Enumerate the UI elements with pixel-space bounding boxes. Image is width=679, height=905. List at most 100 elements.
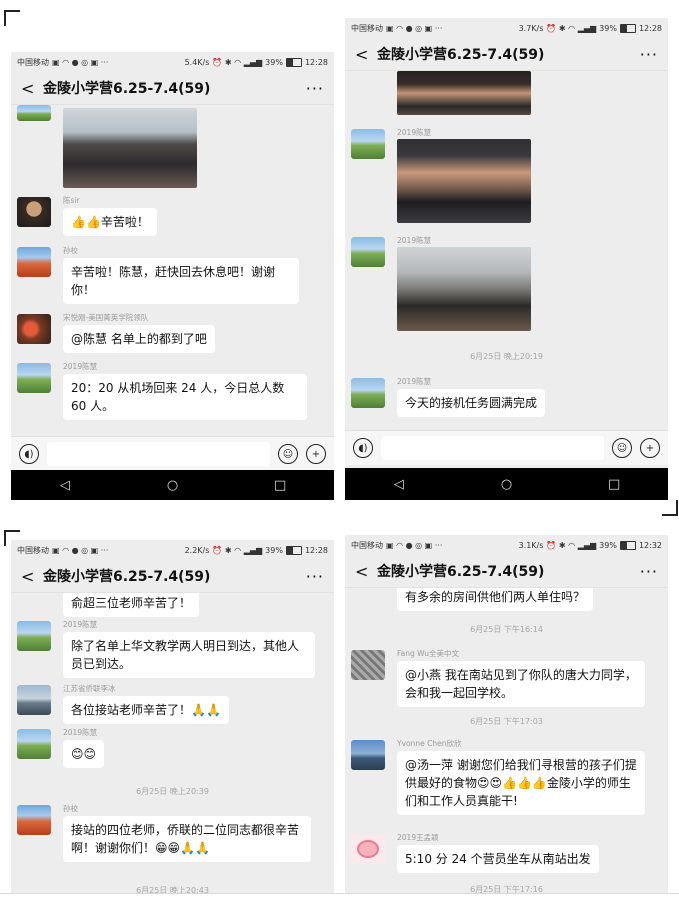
avatar[interactable] [351,237,385,267]
message-bubble[interactable]: 俞超三位老师辛苦了！ [63,593,200,617]
message-bubble[interactable]: 20：20 从机场回来 24 人，今日总人数 60 人。 [63,374,307,420]
nav-recent-icon[interactable]: □ [260,478,300,493]
sender-name: 2019陈慧 [397,128,432,137]
timestamp: 6月25日 下午17:03 [470,717,543,726]
message-input[interactable] [381,436,604,460]
nav-home-icon[interactable]: ○ [152,478,192,493]
avatar[interactable] [351,650,385,680]
voice-icon[interactable]: ◖) [19,444,39,464]
crop-mark [4,10,20,26]
crop-mark [662,500,678,516]
avatar[interactable] [17,197,51,227]
sender-name: 2019陈慧 [397,236,432,245]
message-bubble[interactable]: 有多余的房间供他们两人单住吗？ [397,588,594,611]
avatar[interactable] [17,729,51,759]
photo-message[interactable] [63,108,197,188]
sender-name: 2019陈慧 [63,620,98,629]
signal-icons: ⏰ ✱ ◠ ▂▄▆ [212,57,263,67]
more-icon[interactable]: ··· [640,45,658,64]
message-list[interactable]: 2019陈慧 2019陈慧 6月25日 晚上20:19 2019陈慧 今天的接机… [345,71,668,430]
input-bar: ◖) ☺ + [345,430,668,465]
battery-percent: 39% [265,57,283,67]
net-speed: 3.7K/s [518,23,544,33]
message-bubble[interactable]: 除了名单上华文教学两人明日到达，其他人员已到达。 [63,632,315,678]
plus-icon[interactable]: + [640,438,660,458]
carrier: 中国移动 [17,57,49,67]
emoji-icon[interactable]: ☺ [278,444,298,464]
app-notification-icons: ▣ ◠ ● ◎ ▣ ··· [386,23,443,33]
nav-home-icon[interactable]: ○ [486,477,526,492]
message-list[interactable]: 俞超三位老师辛苦了！ 2019陈慧 除了名单上华文教学两人明日到达，其他人员已到… [11,593,334,893]
avatar[interactable] [17,621,51,651]
more-icon[interactable]: ··· [640,562,658,581]
message-bubble[interactable]: 👍👍辛苦啦！ [63,208,157,236]
message-bubble[interactable]: 各位接站老师辛苦了！🙏🙏 [63,696,229,724]
sender-name: 2019陈慧 [397,377,432,386]
avatar[interactable] [351,834,385,864]
sender-name: Yvonne Chen欣欣 [397,739,462,748]
phone-screen-4: 中国移动 ▣ ◠ ● ◎ ▣ ··· 3.1K/s ⏰ ✱ ◠ ▂▄▆ 39% 12:3… [345,535,668,893]
timestamp: 6月25日 下午16:14 [470,625,543,634]
chat-header: < 金陵小学营6.25-7.4(59) ··· [345,555,668,588]
emoji-icon[interactable]: ☺ [612,438,632,458]
avatar[interactable] [17,105,51,121]
back-arrow-icon[interactable]: < [21,79,43,98]
sender-name: 宋悦刚-美国菁英学院领队 [63,313,149,322]
more-icon[interactable]: ··· [306,79,324,98]
nav-back-icon[interactable]: ◁ [45,478,85,493]
avatar[interactable] [351,740,385,770]
message-bubble[interactable]: @小燕 我在南站见到了你队的唐大力同学，会和我一起回学校。 [397,661,645,707]
message-bubble[interactable]: 今天的接机任务圆满完成 [397,389,546,417]
message-bubble[interactable]: @陈慧 名单上的都到了吧 [63,325,215,353]
message-bubble[interactable]: 接站的四位老师，侨联的二位同志都很辛苦啊！谢谢你们！😁😁🙏🙏 [63,816,311,862]
message-bubble[interactable]: 辛苦啦！陈慧，赶快回去休息吧！谢谢你！ [63,258,299,304]
timestamp: 6月25日 晚上20:43 [136,886,209,893]
avatar[interactable] [17,314,51,344]
carrier: 中国移动 [351,540,383,550]
nav-back-icon[interactable]: ◁ [379,477,419,492]
photo-message[interactable] [397,247,531,331]
battery-percent: 39% [599,23,617,33]
phone-screen-3: 中国移动 ▣ ◠ ● ◎ ▣ ··· 2.2K/s ⏰ ✱ ◠ ▂▄▆ 39% 12:2… [11,540,334,893]
back-arrow-icon[interactable]: < [355,45,377,64]
android-nav-bar: ◁ ○ □ [11,470,334,500]
chat-title: 金陵小学营6.25-7.4(59) [43,81,211,97]
back-arrow-icon[interactable]: < [21,567,43,586]
message-list[interactable]: 陈sir 👍👍辛苦啦！ 孙校 辛苦啦！陈慧，赶快回去休息吧！谢谢你！ 宋悦刚-美… [11,105,334,436]
chat-header: < 金陵小学营6.25-7.4(59) ··· [345,38,668,71]
app-notification-icons: ▣ ◠ ● ◎ ▣ ··· [386,540,443,550]
battery-percent: 39% [265,545,283,555]
plus-icon[interactable]: + [306,444,326,464]
battery-icon [619,540,636,550]
voice-icon[interactable]: ◖) [353,438,373,458]
avatar[interactable] [17,685,51,715]
clock: 12:28 [638,23,662,33]
back-arrow-icon[interactable]: < [355,562,377,581]
clock: 12:28 [304,57,328,67]
battery-icon [619,23,636,33]
signal-icons: ⏰ ✱ ◠ ▂▄▆ [546,23,597,33]
message-bubble[interactable]: @汤一萍 谢谢您们给我们寻根营的孩子们提供最好的食物😍😍👍👍👍金陵小学的师生们和… [397,751,645,815]
message-list[interactable]: 有多余的房间供他们两人单住吗？ 6月25日 下午16:14 Fang Wu全美中… [345,588,668,893]
net-speed: 3.1K/s [518,540,544,550]
message-bubble[interactable]: 5:10 分 24 个营员坐车从南站出发 [397,845,599,873]
photo-message[interactable] [397,139,531,223]
photo-message[interactable] [397,71,531,115]
sender-name: 2019陈慧 [63,362,98,371]
avatar[interactable] [351,378,385,408]
status-bar: 中国移动 ▣ ◠ ● ◎ ▣ ··· 3.1K/s ⏰ ✱ ◠ ▂▄▆ 39% 12:3… [345,535,668,555]
avatar[interactable] [17,805,51,835]
clock: 12:28 [304,545,328,555]
more-icon[interactable]: ··· [306,567,324,586]
nav-recent-icon[interactable]: □ [594,477,634,492]
avatar[interactable] [17,247,51,277]
battery-percent: 39% [599,540,617,550]
status-bar: 中国移动 ▣ ◠ ● ◎ ▣ ··· 5.4K/s ⏰ ✱ ◠ ▂▄▆ 39% 12:2… [11,52,334,72]
message-bubble[interactable]: 😊😊 [63,740,105,768]
status-bar: 中国移动 ▣ ◠ ● ◎ ▣ ··· 3.7K/s ⏰ ✱ ◠ ▂▄▆ 39% 12:2… [345,18,668,38]
sender-name: 江苏省侨联李冰 [63,684,116,693]
message-input[interactable] [47,442,270,466]
avatar[interactable] [351,129,385,159]
avatar[interactable] [17,363,51,393]
timestamp: 6月25日 晚上20:19 [470,352,543,361]
